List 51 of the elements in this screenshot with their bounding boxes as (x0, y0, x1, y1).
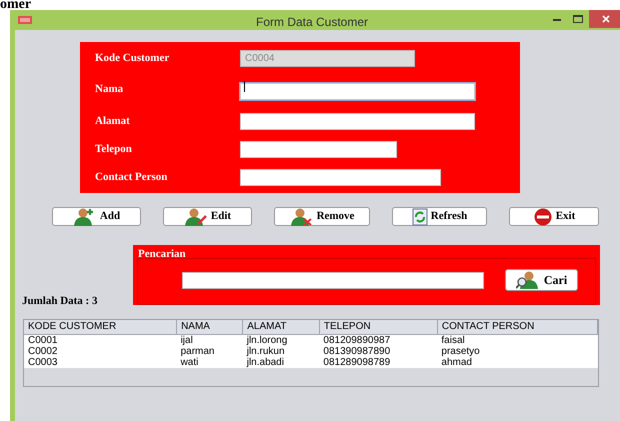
column-header[interactable]: TELEPON (319, 320, 438, 334)
stop-icon (532, 208, 553, 226)
table-cell: 081209890987 (319, 334, 438, 346)
column-header[interactable]: ALAMAT (242, 320, 320, 334)
search-field[interactable] (182, 272, 484, 289)
page-heading: omer (0, 0, 32, 12)
refresh-icon (412, 208, 428, 226)
table-cell: C0001 (24, 334, 177, 346)
search-button[interactable]: Cari (505, 269, 578, 291)
table-cell: jln.lorong (242, 334, 320, 346)
input-field[interactable] (240, 168, 441, 186)
person-pencil-icon (184, 208, 208, 226)
close-icon (602, 15, 610, 23)
action-button[interactable]: Add (52, 207, 141, 226)
table-cell: ijal (176, 334, 243, 346)
field-label: Contact Person (95, 170, 168, 185)
action-button[interactable]: Remove (274, 207, 370, 226)
minimize-icon[interactable] (553, 19, 561, 22)
action-button[interactable]: Refresh (392, 207, 487, 226)
action-button[interactable]: Edit (163, 207, 252, 226)
field-label: Nama (95, 82, 124, 98)
column-header[interactable]: NAMA (176, 320, 243, 334)
input-field[interactable] (240, 82, 475, 100)
column-header[interactable]: KODE CUSTOMER (24, 320, 177, 334)
panel-title: Pencarian (138, 247, 186, 262)
table-cell: jln.abadi (242, 356, 320, 368)
record-count: Jumlah Data : 3 (22, 294, 98, 309)
table-cell: parman (176, 346, 243, 356)
table-cell: C0003 (24, 356, 177, 368)
table-cell: faisal (437, 334, 598, 346)
table-cell: ahmad (437, 356, 598, 368)
maximize-icon[interactable] (573, 15, 583, 23)
field-label: Telepon (95, 142, 133, 157)
app-icon (18, 16, 32, 24)
table-cell: prasetyo (437, 346, 598, 356)
input-field[interactable] (240, 112, 475, 130)
person-search-icon (516, 271, 540, 289)
table-cell: 081390987890 (319, 346, 438, 356)
table-cell: C0002 (24, 346, 177, 356)
input-field[interactable] (240, 140, 397, 158)
person-remove-icon (290, 208, 314, 226)
field-label: Kode Customer (95, 50, 170, 66)
field-label: Alamat (95, 114, 131, 129)
window-title: Form Data Customer (256, 14, 368, 31)
table-cell: jln.rukun (242, 346, 320, 356)
text-cursor (244, 80, 245, 92)
action-button[interactable]: Exit (509, 207, 599, 226)
table-cell: 081289098789 (319, 356, 438, 368)
table-cell: wati (176, 356, 243, 368)
close-button[interactable] (589, 10, 620, 28)
column-header[interactable]: CONTACT PERSON (437, 320, 598, 334)
